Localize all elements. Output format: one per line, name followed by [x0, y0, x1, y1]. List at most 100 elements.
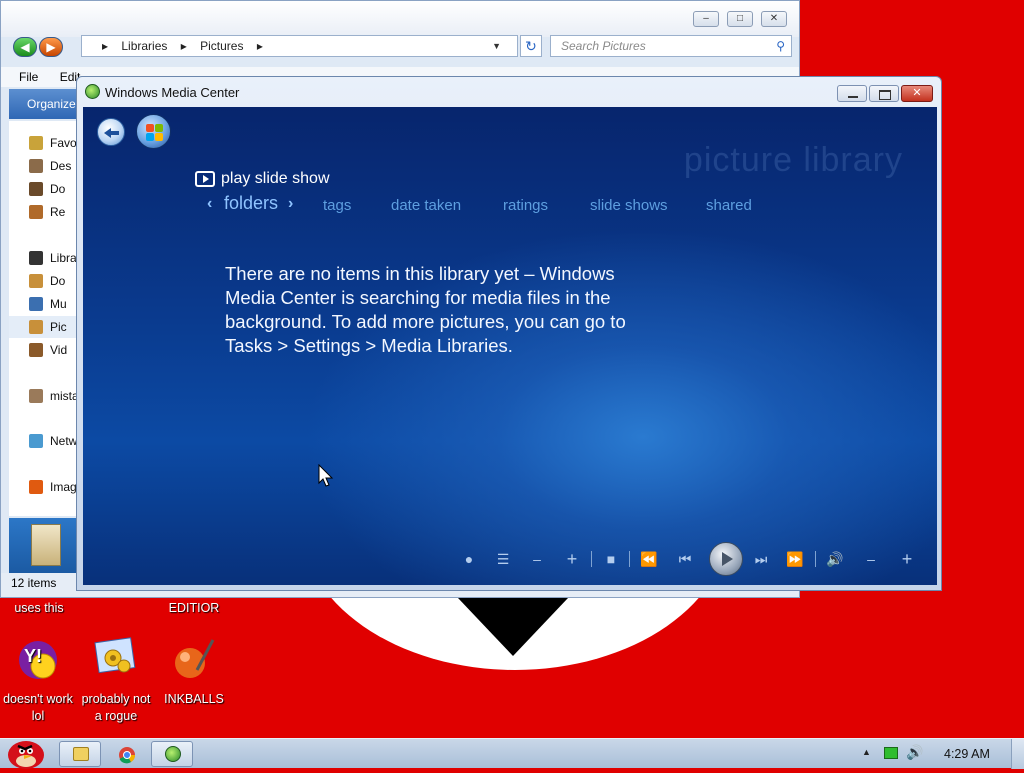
sidebar-item-label: Do	[50, 182, 66, 196]
wallpaper-triangle	[458, 598, 568, 656]
forward-button[interactable]: ▶	[39, 37, 63, 57]
taskbar: ▲ 🔊 4:29 AM	[0, 738, 1024, 769]
back-arrow-icon[interactable]	[97, 118, 125, 146]
minimize-button[interactable]	[837, 85, 867, 102]
refresh-icon[interactable]: ↻	[520, 35, 542, 57]
section-title: picture library	[683, 141, 903, 179]
search-input[interactable]: Search Pictures ⚲	[550, 35, 792, 57]
desktop-icon-yahoo[interactable]: Y! doesn't work lol	[3, 636, 73, 725]
desktop-icon-rogue[interactable]: probably not a rogue	[81, 636, 151, 725]
record-icon[interactable]: ●	[457, 541, 481, 577]
sidebar-item-label: Favo	[50, 136, 77, 150]
image-app-icon	[29, 480, 43, 494]
chevron-right-icon[interactable]: ›	[288, 195, 293, 213]
network-tray-icon[interactable]	[884, 747, 898, 759]
sidebar-item-label: Des	[50, 159, 72, 173]
pivot-tabs: ‹ folders › tags date taken ratings slid…	[83, 193, 937, 219]
svg-text:Y!: Y!	[24, 646, 42, 666]
skip-back-icon[interactable]: ⏮	[673, 541, 697, 577]
taskbar-chrome-button[interactable]	[105, 741, 147, 767]
recent-places-icon	[29, 205, 43, 219]
inkball-icon	[175, 639, 215, 678]
chevron-left-icon[interactable]: ‹	[207, 195, 212, 213]
rewind-icon[interactable]: ⏪	[637, 541, 661, 577]
folder-icon	[73, 747, 89, 761]
list-icon[interactable]: ☰	[491, 541, 515, 577]
channel-up-icon[interactable]: +	[560, 541, 584, 577]
flag-yellow	[155, 133, 163, 141]
desktop-icon-inkballs[interactable]: INKBALLS	[159, 636, 229, 708]
address-bar[interactable]: ▸ Libraries ▸ Pictures ▸ ▼	[81, 35, 518, 57]
sidebar-item-label: Netw	[50, 434, 78, 448]
skip-forward-icon[interactable]: ⏭	[749, 541, 773, 577]
breadcrumb-chevron: ▸	[102, 39, 109, 53]
search-icon[interactable]: ⚲	[776, 36, 785, 56]
volume-up-icon[interactable]: +	[895, 541, 919, 577]
menu-file[interactable]: File	[19, 70, 38, 84]
breadcrumb-chevron: ▸	[180, 39, 187, 53]
taskbar-explorer-button[interactable]	[59, 741, 101, 767]
stop-icon[interactable]: ■	[599, 541, 623, 577]
taskbar-media-center-button[interactable]	[151, 741, 193, 767]
sidebar-item-label: Vid	[50, 343, 68, 357]
show-desktop-button[interactable]	[1011, 739, 1024, 769]
desktop-icon-label: uses this	[14, 601, 64, 615]
tab-slide-shows[interactable]: slide shows	[590, 197, 668, 214]
desktop-icon-label: probably not a rogue	[81, 692, 151, 723]
tab-tags[interactable]: tags	[323, 197, 351, 214]
start-menu-icon[interactable]	[136, 114, 171, 149]
breadcrumb-chevron: ▸	[256, 39, 263, 53]
explorer-maximize-button[interactable]: □	[727, 11, 753, 27]
desktop-icon-editior[interactable]: EDITIOR	[159, 600, 229, 617]
media-center-titlebar[interactable]: Windows Media Center ✕	[77, 77, 941, 105]
desktop-icon-label: EDITIOR	[168, 601, 220, 615]
close-button[interactable]: ✕	[901, 85, 933, 102]
sidebar-item-label: Pic	[50, 320, 67, 334]
pictures-library-icon	[31, 524, 61, 566]
organize-button[interactable]: Organize	[27, 97, 76, 111]
start-button-angry-bird-icon[interactable]	[2, 733, 48, 769]
volume-down-icon[interactable]: –	[859, 541, 883, 577]
address-dropdown-icon[interactable]: ▼	[492, 36, 501, 56]
pictures-icon	[29, 320, 43, 334]
star-icon	[29, 136, 43, 150]
desktop-icon-uses-this[interactable]: uses this	[4, 600, 74, 617]
desktop-icon	[29, 159, 43, 173]
transport-controls: ● ☰ – + ■ ⏪ ⏮ ⏭ ⏩ 🔊 – +	[455, 541, 925, 577]
user-icon	[29, 389, 43, 403]
item-count: 12 items	[11, 576, 57, 590]
settings-gear-icon	[94, 637, 136, 674]
explorer-nav-buttons: ◀ ▶	[13, 37, 63, 57]
show-hidden-icons-icon[interactable]: ▲	[862, 747, 871, 757]
separator	[629, 551, 630, 567]
media-center-content: picture library play slide show ‹ folder…	[83, 107, 937, 585]
documents-icon	[29, 274, 43, 288]
clock[interactable]: 4:29 AM	[944, 747, 990, 761]
breadcrumb-pictures[interactable]: Pictures	[200, 39, 243, 53]
downloads-icon	[29, 182, 43, 196]
tab-shared[interactable]: shared	[706, 197, 752, 214]
maximize-button[interactable]	[869, 85, 899, 102]
breadcrumb-libraries[interactable]: Libraries	[121, 39, 167, 53]
flag-green	[155, 124, 163, 132]
tab-folders[interactable]: folders	[224, 193, 278, 214]
fast-forward-icon[interactable]: ⏩	[783, 541, 807, 577]
explorer-minimize-button[interactable]: –	[693, 11, 719, 27]
network-icon	[29, 434, 43, 448]
details-pane-thumbnail	[9, 518, 79, 573]
tab-ratings[interactable]: ratings	[503, 197, 548, 214]
media-center-icon	[165, 746, 181, 762]
media-center-window: Windows Media Center ✕ picture library p…	[76, 76, 942, 591]
channel-down-icon[interactable]: –	[525, 541, 549, 577]
explorer-titlebar[interactable]	[1, 1, 799, 37]
explorer-close-button[interactable]: ✕	[761, 11, 787, 27]
library-icon	[29, 251, 43, 265]
separator	[591, 551, 592, 567]
tab-date-taken[interactable]: date taken	[391, 197, 461, 214]
back-button[interactable]: ◀	[13, 37, 37, 57]
desktop-icon-label: INKBALLS	[164, 692, 224, 706]
play-icon[interactable]	[709, 542, 743, 576]
volume-tray-icon[interactable]: 🔊	[906, 744, 923, 761]
media-center-logo-icon	[85, 84, 100, 99]
volume-mute-icon[interactable]: 🔊	[823, 541, 847, 577]
